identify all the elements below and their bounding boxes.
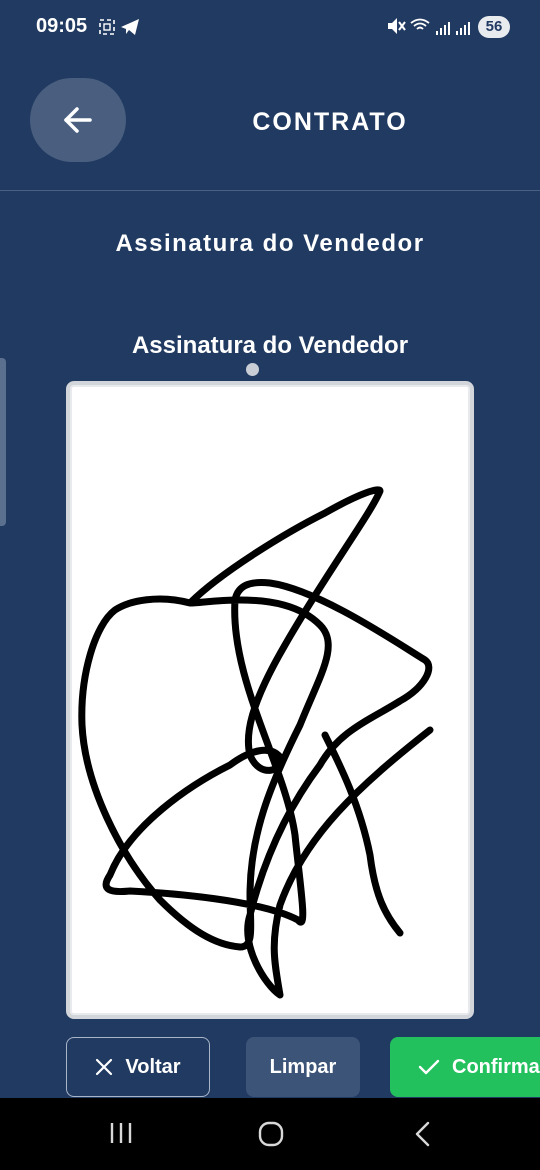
recent-apps-icon[interactable] (108, 1120, 134, 1146)
status-time: 09:05 (36, 15, 88, 37)
confirmar-button[interactable]: Confirmar (390, 1037, 540, 1097)
signature-label: Assinatura do Vendedor (131, 332, 409, 359)
close-icon (96, 1058, 113, 1076)
limpar-button[interactable]: Limpar (246, 1037, 360, 1097)
back-icon[interactable] (412, 1120, 434, 1148)
drag-indicator (246, 363, 259, 376)
screen-record-icon (99, 19, 115, 35)
signature-stroke (78, 486, 434, 999)
voltar-button[interactable]: Voltar (66, 1037, 210, 1097)
status-left-icons (99, 19, 139, 35)
signal-icon (456, 22, 470, 35)
signature-pad[interactable] (66, 381, 474, 1019)
status-right-icons (388, 18, 470, 35)
voltar-button-label: Voltar (125, 1055, 181, 1078)
limpar-button-label: Limpar (269, 1055, 337, 1078)
status-bar: 09:05 56 (0, 0, 540, 54)
telegram-icon (121, 19, 139, 35)
page-title: CONTRATO (252, 108, 408, 136)
confirmar-button-label: Confirmar (452, 1055, 540, 1078)
section-title: Assinatura do Vendedor (115, 230, 425, 257)
arrow-left-icon (64, 107, 92, 133)
back-button[interactable] (30, 78, 126, 162)
signal-icon (436, 22, 450, 35)
app-header: CONTRATO (0, 54, 540, 191)
system-navigation-bar (0, 1098, 540, 1170)
check-icon (418, 1059, 440, 1075)
battery-badge: 56 (478, 16, 510, 38)
side-drawer-handle[interactable] (0, 358, 6, 526)
mute-icon (388, 18, 406, 34)
wifi-icon (410, 18, 430, 30)
home-icon[interactable] (257, 1120, 285, 1148)
